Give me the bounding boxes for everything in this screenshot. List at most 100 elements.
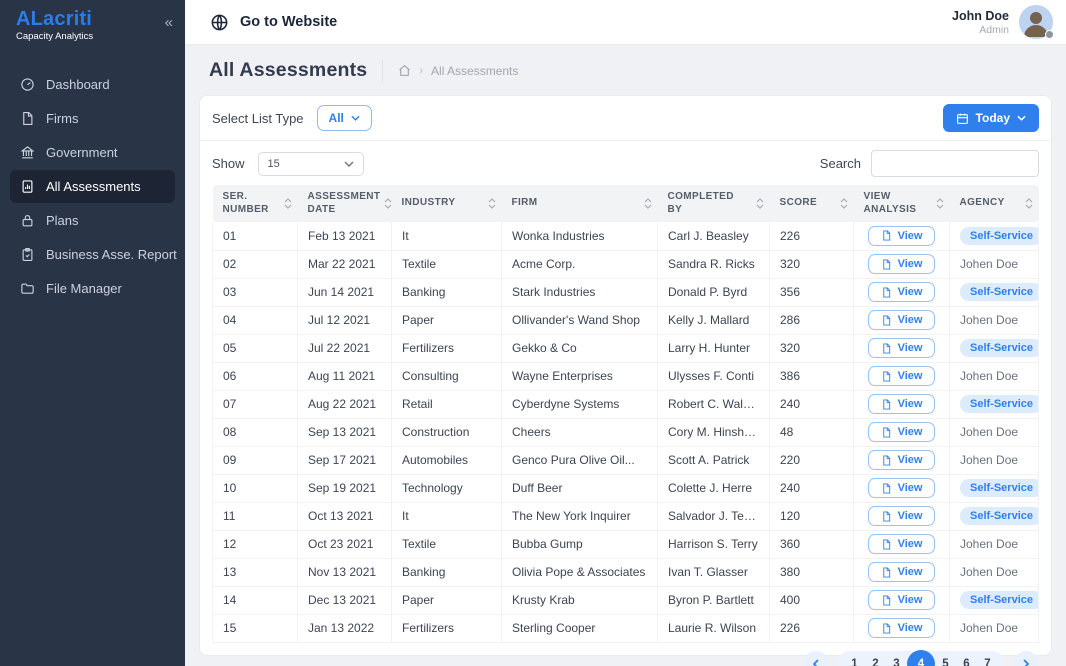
show-label: Show [212, 156, 245, 171]
sidebar-item-plans[interactable]: Plans [10, 204, 175, 237]
sort-icon [384, 198, 392, 209]
pagination-page-2[interactable]: 2 [865, 651, 886, 666]
view-button[interactable]: View [868, 310, 936, 330]
column-header-ser-number[interactable]: SER. NUMBER [213, 185, 298, 222]
pagination-next-button[interactable] [1013, 651, 1039, 666]
list-type-dropdown[interactable]: All [317, 105, 372, 131]
view-button[interactable]: View [868, 226, 936, 246]
view-button[interactable]: View [868, 590, 936, 610]
cell-assessment-date: Oct 23 2021 [298, 530, 392, 558]
pagination-page-7[interactable]: 7 [977, 651, 998, 666]
column-header-industry[interactable]: INDUSTRY [392, 185, 502, 222]
sidebar-item-government[interactable]: Government [10, 136, 175, 169]
table-row: 12 Oct 23 2021 Textile Bubba Gump Harris… [213, 530, 1039, 558]
logo: ALacriti [16, 9, 93, 30]
pagination-page-5[interactable]: 5 [935, 651, 956, 666]
go-to-website-link[interactable]: Go to Website [210, 13, 337, 32]
cell-agency: Johen Doe [950, 530, 1039, 558]
cell-view-analysis: View [854, 250, 950, 278]
cell-ser-number: 07 [213, 390, 298, 418]
view-button[interactable]: View [868, 366, 936, 386]
home-icon[interactable] [398, 64, 411, 77]
search-input[interactable] [871, 150, 1039, 177]
view-button[interactable]: View [868, 506, 936, 526]
table-row: 09 Sep 17 2021 Automobiles Genco Pura Ol… [213, 446, 1039, 474]
cell-score: 356 [770, 278, 854, 306]
sidebar-item-file-manager[interactable]: File Manager [10, 272, 175, 305]
cell-view-analysis: View [854, 334, 950, 362]
cell-industry: Banking [392, 278, 502, 306]
filter-row: Select List Type All Today [200, 96, 1051, 141]
cell-assessment-date: Feb 13 2021 [298, 222, 392, 250]
cell-score: 286 [770, 306, 854, 334]
sidebar-item-business-asse-report[interactable]: Business Asse. Report [10, 238, 175, 271]
column-header-agency[interactable]: AGENCY [950, 185, 1039, 222]
pagination-pages: 1234567 [837, 651, 1005, 666]
view-button[interactable]: View [868, 562, 936, 582]
date-range-button[interactable]: Today [943, 104, 1039, 132]
cell-firm: Wonka Industries [502, 222, 658, 250]
pagination-prev-button[interactable] [803, 651, 829, 666]
cell-industry: Consulting [392, 362, 502, 390]
cell-score: 400 [770, 586, 854, 614]
cell-completed-by: Sandra R. Ricks [658, 250, 770, 278]
cell-assessment-date: Sep 19 2021 [298, 474, 392, 502]
sidebar-collapse-icon[interactable]: « [165, 14, 171, 31]
cell-agency: Johen Doe [950, 446, 1039, 474]
cell-score: 240 [770, 390, 854, 418]
cell-completed-by: Scott A. Patrick [658, 446, 770, 474]
logo-block: ALacriti Capacity Analytics « [0, 0, 185, 54]
file-icon [881, 623, 892, 634]
cell-completed-by: Ulysses F. Conti [658, 362, 770, 390]
cell-firm: Olivia Pope & Associates [502, 558, 658, 586]
sidebar-item-all-assessments[interactable]: All Assessments [10, 170, 175, 203]
sort-icon [488, 198, 496, 209]
cell-firm: Ollivander's Wand Shop [502, 306, 658, 334]
column-header-firm[interactable]: FIRM [502, 185, 658, 222]
view-button[interactable]: View [868, 422, 936, 442]
page-size-select[interactable]: 15 [258, 152, 364, 176]
column-header-view-analysis[interactable]: VIEW ANALYSIS [854, 185, 950, 222]
view-button[interactable]: View [868, 478, 936, 498]
view-button[interactable]: View [868, 618, 936, 638]
cell-score: 380 [770, 558, 854, 586]
sort-icon [936, 198, 944, 209]
table-row: 11 Oct 13 2021 It The New York Inquirer … [213, 502, 1039, 530]
sidebar-item-dashboard[interactable]: Dashboard [10, 68, 175, 101]
view-button[interactable]: View [868, 450, 936, 470]
view-button[interactable]: View [868, 282, 936, 302]
cell-firm: Duff Beer [502, 474, 658, 502]
pagination-page-6[interactable]: 6 [956, 651, 977, 666]
cell-assessment-date: Jul 12 2021 [298, 306, 392, 334]
agency-badge: Self-Service [960, 395, 1039, 413]
sidebar-item-firms[interactable]: Firms [10, 102, 175, 135]
user-menu[interactable]: John Doe Admin [952, 5, 1053, 39]
cell-assessment-date: Oct 13 2021 [298, 502, 392, 530]
pagination-page-1[interactable]: 1 [844, 651, 865, 666]
cell-ser-number: 14 [213, 586, 298, 614]
table-row: 07 Aug 22 2021 Retail Cyberdyne Systems … [213, 390, 1039, 418]
cell-ser-number: 12 [213, 530, 298, 558]
cell-firm: Krusty Krab [502, 586, 658, 614]
pagination-page-3[interactable]: 3 [886, 651, 907, 666]
column-header-score[interactable]: SCORE [770, 185, 854, 222]
view-button-label: View [898, 398, 923, 410]
cell-industry: Fertilizers [392, 334, 502, 362]
cell-score: 240 [770, 474, 854, 502]
view-button-label: View [898, 230, 923, 242]
column-header-assessment-date[interactable]: ASSESSMENT DATE [298, 185, 392, 222]
cell-assessment-date: Aug 22 2021 [298, 390, 392, 418]
cell-industry: Retail [392, 390, 502, 418]
view-button[interactable]: View [868, 534, 936, 554]
pagination-page-4[interactable]: 4 [907, 650, 935, 666]
logo-subtitle: Capacity Analytics [16, 31, 93, 42]
column-header-completed-by[interactable]: COMPLETED BY [658, 185, 770, 222]
breadcrumb-current: All Assessments [431, 64, 518, 78]
cell-view-analysis: View [854, 306, 950, 334]
view-button[interactable]: View [868, 394, 936, 414]
view-button[interactable]: View [868, 254, 936, 274]
file-icon [881, 483, 892, 494]
view-button[interactable]: View [868, 338, 936, 358]
file-icon [881, 315, 892, 326]
view-button-label: View [898, 538, 923, 550]
